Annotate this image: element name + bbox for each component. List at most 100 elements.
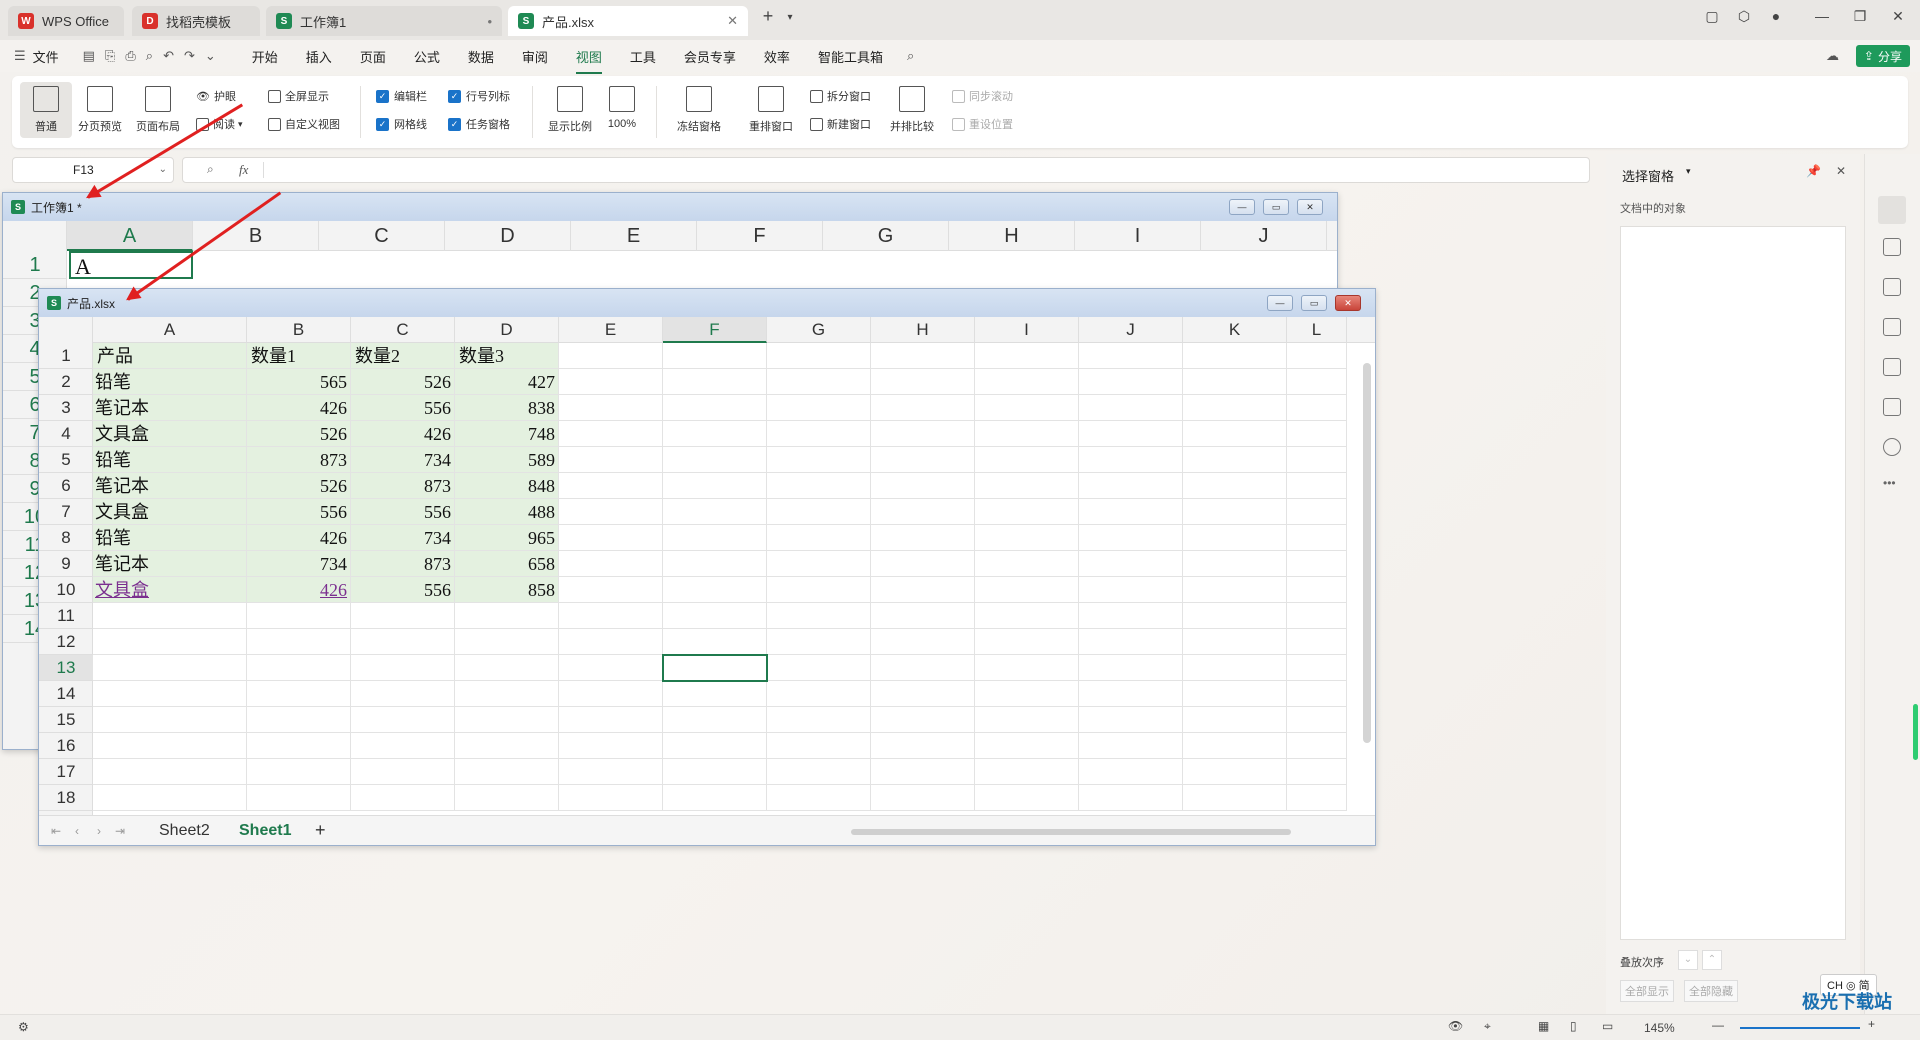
- row-header[interactable]: 17: [39, 759, 93, 785]
- split-window-button[interactable]: 拆分窗口: [810, 88, 871, 104]
- product-cell[interactable]: 笔记本: [95, 473, 243, 499]
- zoom-ratio-button[interactable]: 显示比例: [544, 82, 596, 138]
- macro-icon[interactable]: ⚙: [18, 1020, 29, 1034]
- column-header[interactable]: A: [67, 221, 193, 251]
- chevron-down-icon[interactable]: ▾: [778, 12, 802, 23]
- menu-insert[interactable]: 插入: [292, 47, 346, 66]
- number-cell[interactable]: 748: [457, 421, 555, 447]
- maximize-button[interactable]: ▭: [1301, 295, 1327, 311]
- number-cell[interactable]: 488: [457, 499, 555, 525]
- zoom-in-icon[interactable]: +: [1868, 1017, 1875, 1031]
- number-cell[interactable]: 848: [457, 473, 555, 499]
- close-button[interactable]: ✕: [1335, 295, 1361, 311]
- close-icon[interactable]: ✕: [1836, 164, 1846, 178]
- number-cell[interactable]: 556: [249, 499, 347, 525]
- number-cell[interactable]: 427: [457, 369, 555, 395]
- number-cell[interactable]: 426: [249, 395, 347, 421]
- number-cell[interactable]: 526: [353, 369, 451, 395]
- product-window[interactable]: S 产品.xlsx — ▭ ✕ A B C D E F G H I J K L 1 2 3 4 5 6 7 8 9 10 1…: [38, 288, 1376, 846]
- menu-data[interactable]: 数据: [454, 47, 508, 66]
- restore-icon[interactable]: ❐: [1848, 8, 1872, 25]
- product-cell[interactable]: 笔记本: [95, 395, 243, 421]
- row-header[interactable]: 1: [3, 251, 67, 279]
- number-cell[interactable]: 589: [457, 447, 555, 473]
- row-header[interactable]: 2: [39, 369, 93, 395]
- row-header[interactable]: 4: [39, 421, 93, 447]
- chevron-down-icon[interactable]: ⌄: [205, 48, 216, 64]
- dot-icon[interactable]: •: [487, 14, 492, 29]
- sliders-icon[interactable]: [1883, 238, 1901, 256]
- number-cell[interactable]: 873: [249, 447, 347, 473]
- row-header[interactable]: 12: [39, 629, 93, 655]
- eye-icon[interactable]: 👁: [1448, 1019, 1463, 1033]
- menu-smart-tools[interactable]: 智能工具箱: [804, 47, 897, 66]
- menu-tools[interactable]: 工具: [616, 47, 670, 66]
- column-header[interactable]: G: [767, 317, 871, 343]
- row-col-header-checkbox[interactable]: ✓ 行号列标: [448, 88, 510, 104]
- row-header[interactable]: 10: [39, 577, 93, 603]
- column-header[interactable]: D: [445, 221, 571, 251]
- new-window-button[interactable]: 新建窗口: [810, 116, 871, 132]
- tab-product-xlsx[interactable]: S 产品.xlsx ✕: [508, 6, 748, 36]
- more-icon[interactable]: •••: [1883, 476, 1896, 490]
- sheet-tab-sheet1[interactable]: Sheet1: [239, 822, 291, 840]
- new-tab-icon[interactable]: +: [756, 6, 780, 27]
- redo-icon[interactable]: ↷: [184, 48, 195, 64]
- number-cell[interactable]: 838: [457, 395, 555, 421]
- menu-efficiency[interactable]: 效率: [750, 47, 804, 66]
- row-header[interactable]: 16: [39, 733, 93, 759]
- header-cell[interactable]: 产品: [97, 343, 245, 369]
- tab-wps-office[interactable]: W WPS Office: [8, 6, 124, 36]
- next-sheet-icon[interactable]: ›: [97, 824, 101, 838]
- minimize-button[interactable]: —: [1229, 199, 1255, 215]
- tab-template[interactable]: D 找稻壳模板: [132, 6, 260, 36]
- column-header[interactable]: E: [559, 317, 663, 343]
- rearrange-windows-button[interactable]: 重排窗口: [736, 82, 806, 138]
- menu-home[interactable]: 开始: [238, 47, 292, 66]
- column-header[interactable]: G: [823, 221, 949, 251]
- window-titlebar[interactable]: S 产品.xlsx: [39, 289, 1375, 317]
- zoom-search-icon[interactable]: ⌕: [207, 162, 214, 177]
- print-icon[interactable]: ⎙: [125, 48, 135, 64]
- layout-icon[interactable]: ▢: [1700, 8, 1724, 25]
- freeze-panes-button[interactable]: 冻结窗格: [664, 82, 734, 138]
- product-grid[interactable]: A B C D E F G H I J K L 1 2 3 4 5 6 7 8 9 10 11 12 13 14 15 16 17 18 产…: [39, 317, 1375, 815]
- locate-icon[interactable]: ⌖: [1484, 1019, 1491, 1034]
- undo-icon[interactable]: ↶: [163, 48, 174, 64]
- maximize-button[interactable]: ▭: [1263, 199, 1289, 215]
- row-header[interactable]: 9: [39, 551, 93, 577]
- row-header[interactable]: 15: [39, 707, 93, 733]
- book-icon[interactable]: [1883, 398, 1901, 416]
- image-edit-icon[interactable]: [1883, 318, 1901, 336]
- number-cell[interactable]: 426: [249, 525, 347, 551]
- column-header[interactable]: D: [455, 317, 559, 343]
- row-header[interactable]: 8: [39, 525, 93, 551]
- column-header[interactable]: B: [247, 317, 351, 343]
- sync-scroll-button[interactable]: 同步滚动: [952, 88, 1013, 104]
- number-cell[interactable]: 526: [249, 421, 347, 447]
- column-header[interactable]: F: [663, 317, 767, 343]
- number-cell[interactable]: 556: [353, 499, 451, 525]
- close-icon[interactable]: ✕: [727, 13, 738, 29]
- pin-icon[interactable]: 📌: [1806, 164, 1821, 178]
- cloud-icon[interactable]: ☁: [1826, 48, 1839, 64]
- column-header[interactable]: C: [351, 317, 455, 343]
- page-break-preview-button[interactable]: 分页预览: [74, 82, 126, 138]
- share-button[interactable]: ⇪ 分享: [1855, 45, 1910, 67]
- column-header[interactable]: E: [571, 221, 697, 251]
- row-header[interactable]: 18: [39, 785, 93, 811]
- task-pane-checkbox[interactable]: ✓ 任务窗格: [448, 116, 510, 132]
- number-cell[interactable]: 734: [353, 525, 451, 551]
- export-icon[interactable]: ⎘: [105, 48, 115, 64]
- row-header[interactable]: 1: [39, 343, 93, 369]
- number-cell[interactable]: 734: [353, 447, 451, 473]
- preview-icon[interactable]: ⌕: [146, 48, 153, 64]
- number-cell[interactable]: 426: [353, 421, 451, 447]
- column-header[interactable]: J: [1079, 317, 1183, 343]
- close-button[interactable]: ✕: [1297, 199, 1323, 215]
- product-cell[interactable]: 笔记本: [95, 551, 243, 577]
- product-cell[interactable]: 文具盒: [95, 577, 243, 603]
- cursor-select-icon[interactable]: [1878, 196, 1906, 224]
- column-header[interactable]: I: [1075, 221, 1201, 251]
- number-cell[interactable]: 556: [353, 395, 451, 421]
